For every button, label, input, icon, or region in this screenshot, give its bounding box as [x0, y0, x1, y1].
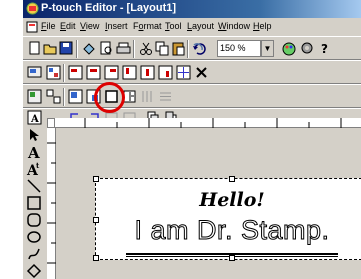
resize-handle[interactable] — [229, 176, 235, 182]
arrange-toolbar — [23, 84, 361, 108]
hello-text[interactable]: Hello! — [96, 189, 361, 211]
menu-edit[interactable]: Edit — [60, 21, 76, 31]
resize-handle[interactable] — [93, 217, 99, 223]
stamp-text[interactable]: I am Dr. Stamp. — [96, 215, 361, 246]
svg-text:A: A — [27, 144, 40, 160]
ruler-corner — [47, 118, 55, 128]
equal-spacing-icon[interactable] — [157, 88, 174, 105]
menu-format[interactable]: Format — [133, 21, 162, 31]
menu-insert[interactable]: Insert — [105, 21, 128, 31]
vertical-ruler — [47, 128, 56, 279]
group-icon[interactable] — [26, 88, 43, 105]
distribute-icon[interactable] — [139, 88, 156, 105]
label-object[interactable]: Hello! I am Dr. Stamp. — [93, 176, 361, 261]
drawing-toolbar: A At — [23, 125, 47, 279]
undo-arrow-icon[interactable] — [190, 39, 207, 56]
align-bottom-icon[interactable] — [157, 64, 174, 81]
resize-handle[interactable] — [93, 255, 99, 261]
close-toolbar-icon[interactable] — [193, 64, 210, 81]
menu-bar: File Edit View Insert Format Tool Layout… — [23, 18, 361, 36]
vertical-text-icon[interactable]: At — [26, 161, 42, 177]
polygon-icon[interactable] — [26, 263, 42, 279]
svg-text:t: t — [36, 161, 40, 170]
highlight-circle — [94, 82, 125, 113]
align-top-icon[interactable] — [121, 64, 138, 81]
align-right-icon[interactable] — [103, 64, 120, 81]
align-center-icon[interactable] — [85, 64, 102, 81]
menu-view[interactable]: View — [80, 21, 99, 31]
window-title: P-touch Editor - [Layout1] — [41, 2, 177, 14]
align-middle-icon[interactable] — [139, 64, 156, 81]
line-icon[interactable] — [26, 178, 42, 194]
resize-handle[interactable] — [93, 176, 99, 182]
freehand-icon[interactable] — [26, 246, 42, 262]
resize-handle[interactable] — [229, 255, 235, 261]
bring-to-front-icon[interactable] — [67, 88, 84, 105]
menu-help[interactable]: Help — [253, 21, 272, 31]
document-icon[interactable] — [26, 21, 38, 33]
svg-text:A: A — [30, 114, 39, 125]
menu-file[interactable]: File — [41, 21, 56, 31]
app-window: P-touch Editor - [Layout1] File Edit Vie… — [22, 0, 361, 279]
ptouch-app-icon — [26, 2, 39, 15]
rectangle-icon[interactable] — [26, 195, 42, 211]
ellipse-icon[interactable] — [26, 229, 42, 245]
center-icon[interactable] — [175, 64, 192, 81]
text-frame-icon[interactable]: A — [26, 109, 43, 126]
align-left-icon[interactable] — [67, 64, 84, 81]
text-tool-icon[interactable]: A — [26, 144, 42, 160]
ungroup-icon[interactable] — [45, 88, 62, 105]
object-properties-icon[interactable] — [26, 64, 43, 81]
layout-properties-icon[interactable] — [45, 64, 62, 81]
menu-layout[interactable]: Layout — [187, 21, 214, 31]
rounded-rectangle-icon[interactable] — [26, 212, 42, 228]
menu-tool[interactable]: Tool — [165, 21, 182, 31]
title-bar[interactable]: P-touch Editor - [Layout1] — [23, 0, 361, 18]
menu-window[interactable]: Window — [218, 21, 250, 31]
layout-toolbar — [23, 60, 361, 84]
select-arrow-icon[interactable] — [26, 127, 42, 143]
horizontal-ruler — [55, 118, 361, 128]
